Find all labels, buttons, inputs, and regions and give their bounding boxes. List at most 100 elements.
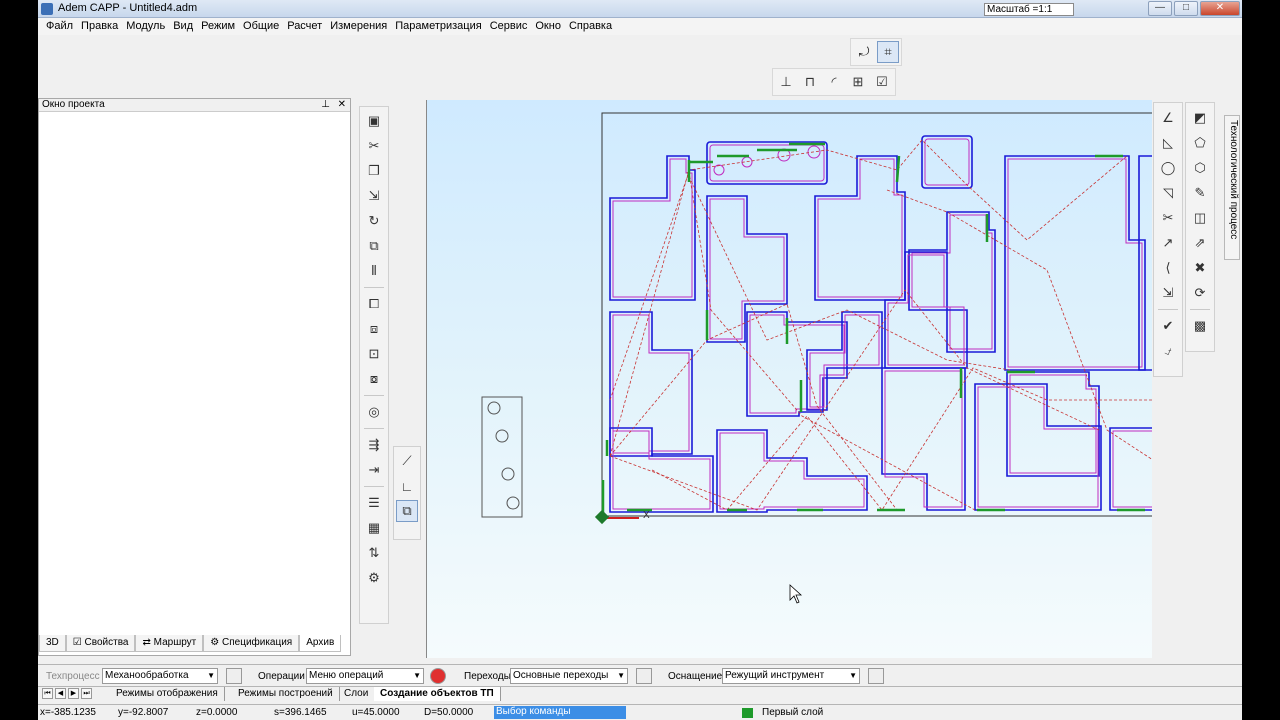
nest-auto-icon[interactable]: ⧈ [363, 318, 385, 340]
rotate-part-icon[interactable]: ↻ [363, 210, 385, 232]
equipment-select[interactable]: Режущий инструмент ▼ [722, 668, 860, 684]
menu-view[interactable]: Вид [169, 18, 197, 35]
part-cross-4 [908, 211, 996, 353]
tab-properties[interactable]: ☑ Свойства [65, 635, 136, 652]
menu-param[interactable]: Параметризация [391, 18, 485, 35]
sort-icon[interactable]: ⇅ [363, 542, 385, 564]
menu-help[interactable]: Справка [565, 18, 616, 35]
menu-file[interactable]: Файл [42, 18, 77, 35]
select-arrow-icon[interactable]: ⇲ [1157, 282, 1179, 304]
draw-corner-icon[interactable]: ◹ [1157, 182, 1179, 204]
last-sheet-icon[interactable]: ⏭ [81, 688, 92, 699]
nest-stack-icon[interactable]: ⧇ [363, 368, 385, 390]
draw-bend-icon[interactable]: ⟨ [1157, 257, 1179, 279]
status-z: z=0.0000 [196, 707, 238, 718]
copy-part-icon[interactable]: ❐ [363, 160, 385, 182]
sheet-tab-tp-objects[interactable]: Создание объектов ТП [374, 687, 501, 701]
menu-module[interactable]: Модуль [122, 18, 169, 35]
process-select[interactable]: Механообработка ▼ [102, 668, 218, 684]
status-layer[interactable]: Первый слой [762, 707, 823, 718]
check-graph-icon[interactable]: ⍻ [1157, 340, 1179, 362]
nest-group-icon[interactable]: ⊡ [363, 343, 385, 365]
part-cross-12-offset [719, 432, 865, 510]
app-window: Adem CAPP - Untitled4.adm Масштаб =1:1 —… [38, 0, 1242, 720]
part-plate [481, 396, 523, 518]
face-split-icon[interactable]: ◫ [1189, 207, 1211, 229]
tab-specification[interactable]: ⚙ Спецификация [203, 635, 300, 652]
dimension-chain-icon[interactable]: ⊞ [847, 71, 869, 93]
filter-icon[interactable] [868, 668, 884, 684]
face-rotate-icon[interactable]: ⟳ [1189, 282, 1211, 304]
settings-part-icon[interactable]: ⚙ [363, 567, 385, 589]
face-diag-icon[interactable]: ◩ [1189, 107, 1211, 129]
dimension-frame-icon[interactable]: ⊓ [799, 71, 821, 93]
menu-window[interactable]: Окно [531, 18, 565, 35]
mirror-part-icon[interactable]: ⫴ [363, 260, 385, 282]
chevron-down-icon: ▼ [413, 671, 421, 680]
delete-part-icon[interactable]: ✂ [363, 135, 385, 157]
next-sheet-icon[interactable]: ▶ [68, 688, 79, 699]
solid-icon[interactable]: ⬠ [1189, 132, 1211, 154]
tab-archive[interactable]: Архив [299, 635, 342, 652]
array-part-icon[interactable]: ⧉ [363, 235, 385, 257]
part-cross-10 [974, 383, 1102, 511]
minimize-button[interactable]: — [1148, 1, 1172, 16]
panel-close-icon[interactable]: ✕ [338, 99, 346, 111]
checker-icon[interactable]: ▩ [1189, 315, 1211, 337]
face-select-icon[interactable]: ⇗ [1189, 232, 1211, 254]
first-sheet-icon[interactable]: ⏮ [42, 688, 53, 699]
part-edge [1109, 427, 1152, 511]
draw-polyline-icon[interactable]: ∠ [1157, 107, 1179, 129]
transitions-button[interactable] [636, 668, 652, 684]
tab-route[interactable]: ⇄ Маршрут [135, 635, 204, 652]
face-remove-icon[interactable]: ✖ [1189, 257, 1211, 279]
pin-icon[interactable]: ⊥ [321, 99, 330, 111]
dimension-linear-icon[interactable]: ⊥ [775, 71, 797, 93]
nest-icon[interactable]: ⧠ [363, 293, 385, 315]
drawing-canvas[interactable]: X [426, 100, 1152, 658]
close-button[interactable]: ✕ [1200, 1, 1240, 16]
grid-snap-icon[interactable]: ⌗ [877, 41, 899, 63]
menu-general[interactable]: Общие [239, 18, 283, 35]
lead-in-icon[interactable]: ⇥ [363, 459, 385, 481]
draw-circle-icon[interactable]: ◯ [1157, 157, 1179, 179]
operations-select[interactable]: Меню операций ▼ [306, 668, 424, 684]
axis-transform-icon[interactable]: ⟋ [396, 450, 418, 472]
scale-field[interactable]: Масштаб =1:1 [984, 3, 1074, 16]
tab-3d[interactable]: 3D [39, 635, 66, 652]
move-part-icon[interactable]: ⇲ [363, 185, 385, 207]
dimension-radius-icon[interactable]: ◜ [823, 71, 845, 93]
record-button[interactable] [430, 668, 446, 684]
trim-icon[interactable]: ✂ [1157, 207, 1179, 229]
prev-sheet-icon[interactable]: ◀ [55, 688, 66, 699]
table-icon[interactable]: ▦ [363, 517, 385, 539]
sheet-tab-construction[interactable]: Режимы построений [232, 687, 340, 701]
pencil-icon[interactable]: ✎ [1189, 182, 1211, 204]
sheet-tab-layers[interactable]: Слои [338, 687, 376, 701]
part-cross-11-offset [612, 430, 711, 510]
origin-icon[interactable]: ∟ [396, 475, 418, 497]
sheet-tab-display[interactable]: Режимы отображения [110, 687, 225, 701]
order-icon[interactable]: ☰ [363, 492, 385, 514]
process-button[interactable] [226, 668, 242, 684]
checkmark-icon[interactable]: ✔ [1157, 315, 1179, 337]
view-window-icon[interactable]: ⧉ [396, 500, 418, 522]
dimension-check-icon[interactable]: ☑ [871, 71, 893, 93]
menu-calc[interactable]: Расчет [283, 18, 326, 35]
snap-toolbar: ⤾ ⌗ [850, 38, 902, 66]
menu-measure[interactable]: Измерения [326, 18, 391, 35]
draw-contour-icon[interactable]: ◺ [1157, 132, 1179, 154]
solid-yellow-icon[interactable]: ⬡ [1189, 157, 1211, 179]
menu-service[interactable]: Сервис [486, 18, 532, 35]
maximize-button[interactable]: □ [1174, 1, 1198, 16]
part-select-icon[interactable]: ▣ [363, 110, 385, 132]
toolpath-icon[interactable]: ⇶ [363, 434, 385, 456]
draw-arrow-icon[interactable]: ↗ [1157, 232, 1179, 254]
part-cross-6 [746, 311, 848, 417]
menu-edit[interactable]: Правка [77, 18, 122, 35]
contour-offset-icon[interactable]: ◎ [363, 401, 385, 423]
tech-process-tab[interactable]: Технологический процесс [1224, 115, 1240, 260]
transitions-select[interactable]: Основные переходы ▼ [510, 668, 628, 684]
menu-mode[interactable]: Режим [197, 18, 239, 35]
rotate-view-icon[interactable]: ⤾ [853, 41, 875, 63]
